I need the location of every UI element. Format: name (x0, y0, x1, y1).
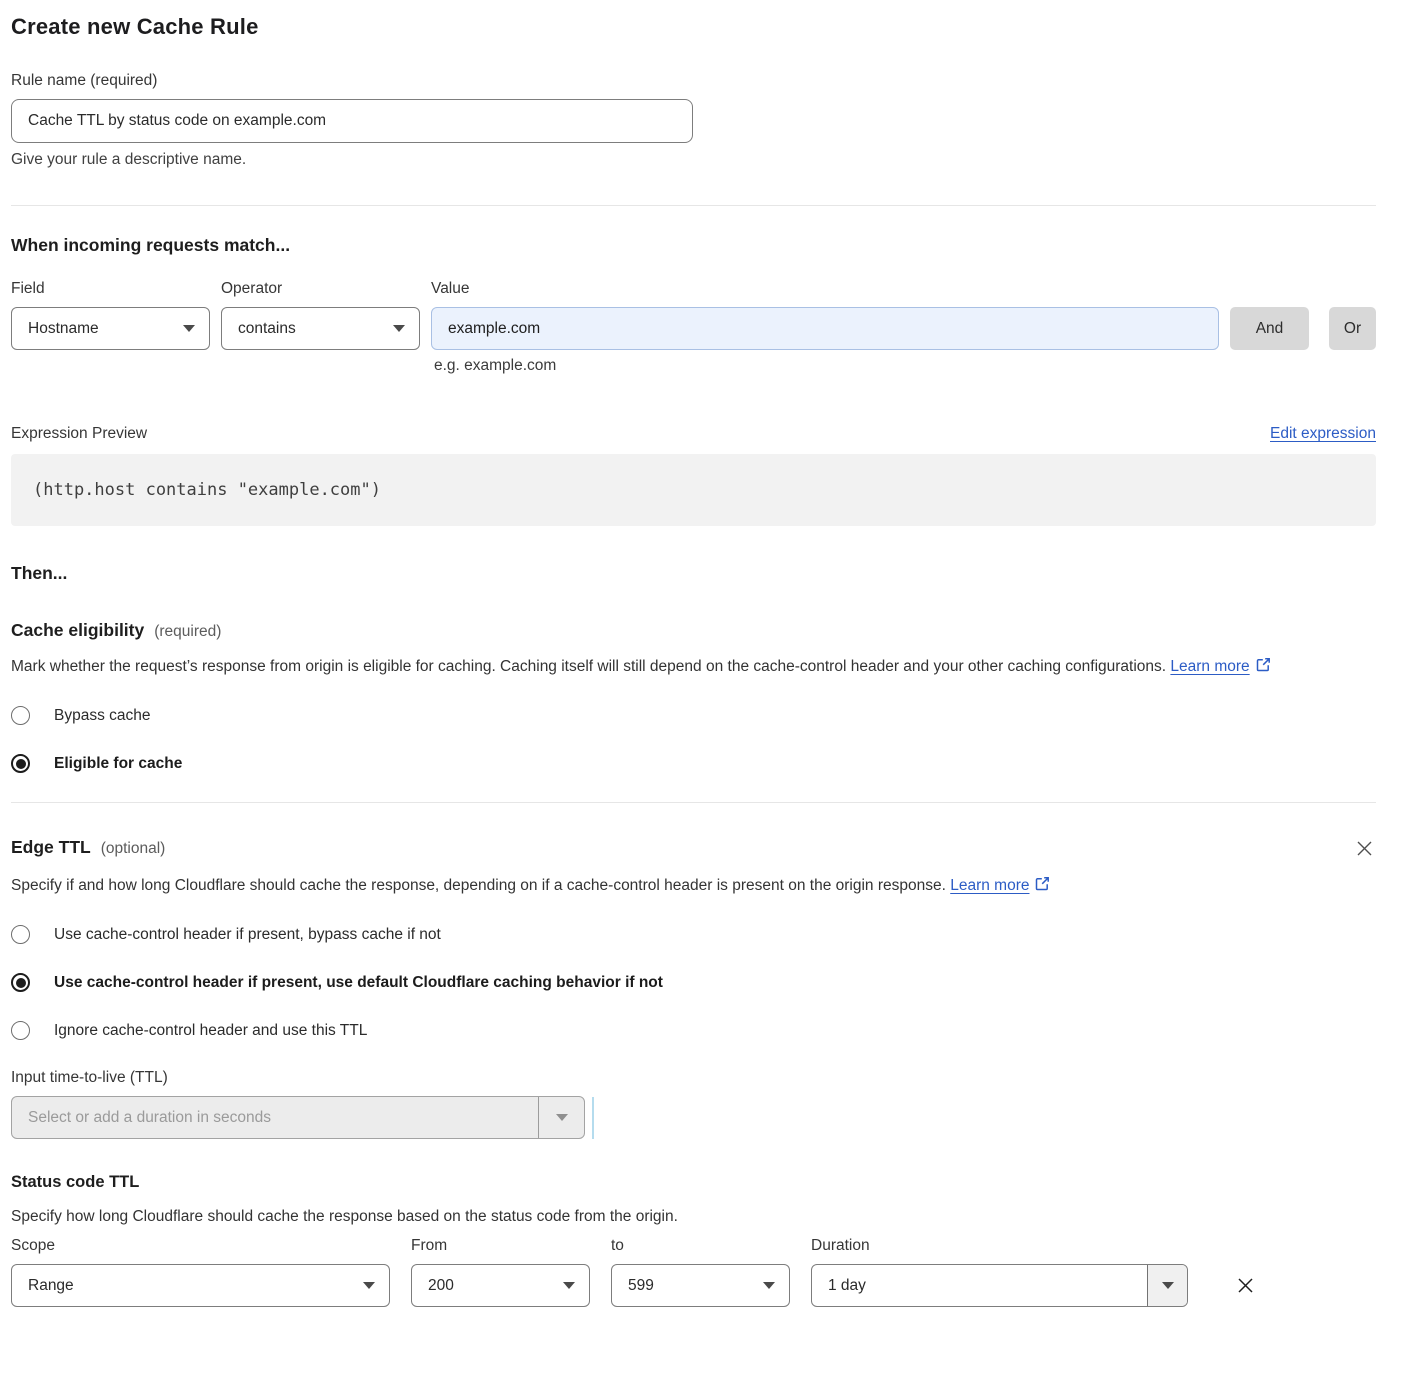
cache-eligibility-options: Bypass cache Eligible for cache (11, 706, 1376, 773)
to-select-value: 599 (628, 1277, 654, 1295)
radio-icon[interactable] (11, 706, 30, 725)
edge-ttl-options: Use cache-control header if present, byp… (11, 925, 1376, 1040)
chevron-down-button[interactable] (1147, 1265, 1187, 1306)
edge-ttl-heading: Edge TTL (11, 837, 91, 858)
operator-select-value: contains (238, 320, 296, 338)
edge-ttl-description-text: Specify if and how long Cloudflare shoul… (11, 877, 946, 894)
value-input[interactable] (431, 307, 1219, 350)
field-select[interactable]: Hostname (11, 307, 210, 350)
cache-eligibility-description-text: Mark whether the request’s response from… (11, 658, 1166, 675)
radio-label: Use cache-control header if present, byp… (54, 926, 441, 944)
use-header-default-option[interactable]: Use cache-control header if present, use… (11, 973, 1376, 992)
scope-label: Scope (11, 1237, 390, 1255)
chevron-down-icon (183, 325, 195, 332)
page-title: Create new Cache Rule (11, 14, 1376, 40)
status-code-ttl-row: Scope Range From 200 to 599 Duration 1 d… (11, 1237, 1376, 1307)
eligible-for-cache-option[interactable]: Eligible for cache (11, 754, 1376, 773)
status-code-ttl-description: Specify how long Cloudflare should cache… (11, 1203, 1356, 1231)
expression-preview-header: Expression Preview Edit expression (11, 425, 1376, 443)
operator-label: Operator (221, 280, 420, 298)
remove-row-icon[interactable] (1233, 1273, 1258, 1298)
field-label: Field (11, 280, 210, 298)
scope-select[interactable]: Range (11, 1264, 390, 1307)
radio-label: Bypass cache (54, 707, 151, 725)
value-helper: e.g. example.com (434, 357, 1376, 375)
duration-select-value: 1 day (812, 1265, 1147, 1306)
ttl-select-placeholder: Select or add a duration in seconds (12, 1109, 538, 1127)
ttl-duration-select[interactable]: Select or add a duration in seconds (11, 1096, 585, 1139)
cache-eligibility-description: Mark whether the request’s response from… (11, 653, 1356, 682)
radio-icon[interactable] (11, 1021, 30, 1040)
match-heading: When incoming requests match... (11, 235, 1376, 256)
expression-code-text: (http.host contains "example.com") (33, 480, 381, 500)
duration-select[interactable]: 1 day (811, 1264, 1188, 1307)
cache-eligibility-heading: Cache eligibility (11, 620, 144, 641)
chevron-down-icon (538, 1097, 584, 1138)
edit-expression-link[interactable]: Edit expression (1270, 425, 1376, 443)
edge-ttl-header: Edge TTL (optional) (11, 837, 1376, 860)
chevron-down-icon (763, 1282, 775, 1289)
to-label: to (611, 1237, 790, 1255)
chevron-down-icon (363, 1282, 375, 1289)
to-select[interactable]: 599 (611, 1264, 790, 1307)
radio-icon[interactable] (11, 925, 30, 944)
duration-label: Duration (811, 1237, 1188, 1255)
use-header-bypass-option[interactable]: Use cache-control header if present, byp… (11, 925, 1376, 944)
or-button[interactable]: Or (1329, 307, 1376, 350)
then-heading: Then... (11, 563, 1376, 584)
field-select-value: Hostname (28, 320, 99, 338)
ignore-header-option[interactable]: Ignore cache-control header and use this… (11, 1021, 1376, 1040)
from-select[interactable]: 200 (411, 1264, 590, 1307)
rule-name-section: Rule name (required) Give your rule a de… (11, 72, 1376, 169)
edge-ttl-description: Specify if and how long Cloudflare shoul… (11, 872, 1111, 901)
text-cursor (592, 1097, 594, 1139)
expression-preview-label: Expression Preview (11, 425, 147, 443)
learn-more-link[interactable]: Learn more (950, 877, 1029, 894)
create-cache-rule-form: Create new Cache Rule Rule name (require… (0, 0, 1412, 1307)
from-select-value: 200 (428, 1277, 454, 1295)
rule-name-input[interactable] (11, 99, 693, 143)
and-button[interactable]: And (1230, 307, 1309, 350)
required-badge: (required) (154, 623, 221, 641)
scope-select-value: Range (28, 1277, 74, 1295)
close-icon[interactable] (1353, 837, 1376, 860)
bypass-cache-option[interactable]: Bypass cache (11, 706, 1376, 725)
radio-icon[interactable] (11, 754, 30, 773)
optional-badge: (optional) (101, 840, 166, 858)
radio-label: Use cache-control header if present, use… (54, 974, 663, 992)
external-link-icon (1256, 654, 1271, 682)
section-divider (11, 205, 1376, 206)
match-expression-row: Field Hostname Operator contains Value A… (11, 280, 1376, 350)
radio-label: Eligible for cache (54, 755, 182, 773)
chevron-down-icon (393, 325, 405, 332)
expression-preview-code: (http.host contains "example.com") (11, 454, 1376, 526)
operator-select[interactable]: contains (221, 307, 420, 350)
status-code-ttl-heading: Status code TTL (11, 1173, 1376, 1192)
chevron-down-icon (563, 1282, 575, 1289)
value-label: Value (431, 280, 1219, 298)
rule-name-label: Rule name (required) (11, 72, 1376, 90)
cache-eligibility-header: Cache eligibility (required) (11, 620, 1376, 641)
radio-label: Ignore cache-control header and use this… (54, 1022, 367, 1040)
ttl-input-label: Input time-to-live (TTL) (11, 1069, 1376, 1087)
ttl-input-section: Input time-to-live (TTL) Select or add a… (11, 1069, 1376, 1139)
section-divider (11, 802, 1376, 803)
learn-more-link[interactable]: Learn more (1170, 658, 1249, 675)
radio-icon[interactable] (11, 973, 30, 992)
from-label: From (411, 1237, 590, 1255)
rule-name-helper: Give your rule a descriptive name. (11, 151, 1376, 169)
external-link-icon (1035, 873, 1050, 901)
